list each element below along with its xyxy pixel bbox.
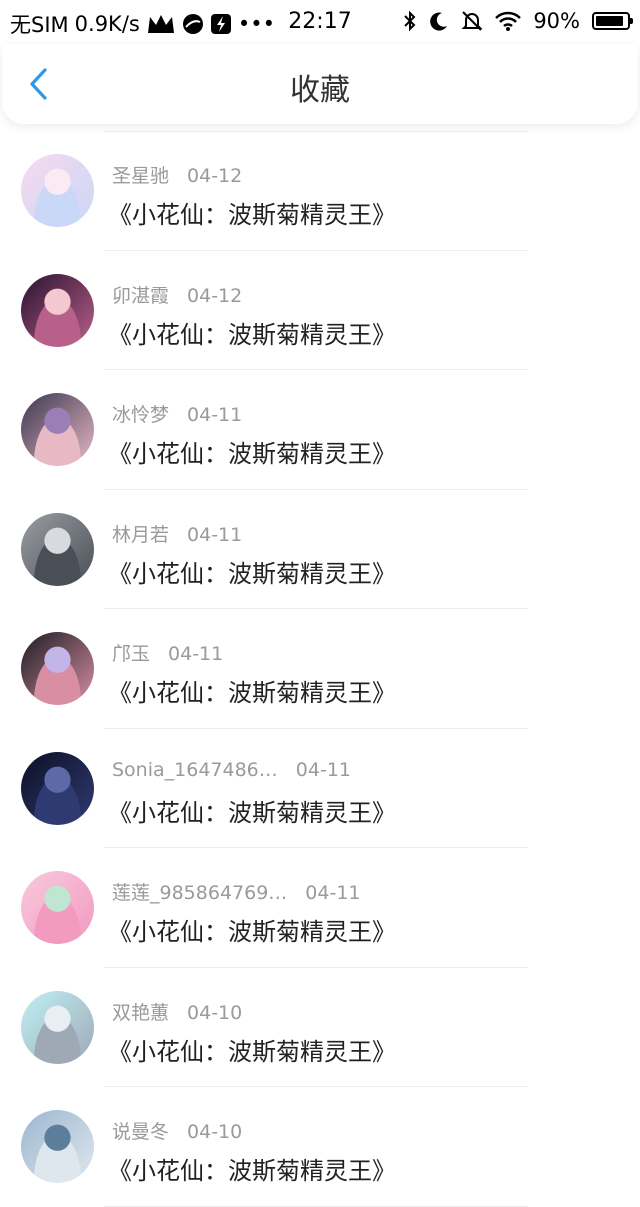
- favorite-title[interactable]: 《小花仙：波斯菊精灵王》: [108, 793, 396, 828]
- chevron-left-icon: [30, 68, 47, 100]
- favorite-date: 04-10: [187, 1001, 243, 1024]
- user-name: 圣星驰 04-12: [112, 161, 242, 188]
- favorite-date: 04-11: [295, 758, 351, 781]
- nav-bar: 收藏: [2, 44, 638, 124]
- favorite-list-item[interactable]: 莲莲_985864769… 04-11 《小花仙：波斯菊精灵王》: [0, 848, 640, 968]
- favorite-title[interactable]: 《小花仙：波斯菊精灵王》: [108, 673, 396, 708]
- avatar[interactable]: [21, 273, 94, 347]
- user-name-text: 邝玉: [112, 643, 151, 665]
- favorite-title[interactable]: 《小花仙：波斯菊精灵王》: [108, 912, 396, 947]
- avatar[interactable]: [21, 871, 94, 944]
- favorite-date: 04-11: [305, 882, 361, 904]
- favorite-title[interactable]: 《小花仙：波斯菊精灵王》: [108, 315, 396, 350]
- user-name: 邝玉 04-11: [112, 639, 223, 666]
- battery-icon: [592, 12, 633, 30]
- favorite-list-item[interactable]: Sonia_1647486… 04-11 《小花仙：波斯菊精灵王》: [0, 729, 640, 848]
- user-name: 林月若 04-11: [112, 520, 242, 547]
- user-name: 莲莲_985864769… 04-11: [112, 878, 361, 905]
- user-name-text: 说曼冬: [112, 1121, 170, 1143]
- favorites-list: 圣星驰 04-12 《小花仙：波斯菊精灵王》 卯湛霞 04-12 《小花仙：波斯菊精灵王》…: [0, 131, 640, 1207]
- bluetooth-icon: [403, 10, 417, 32]
- avatar[interactable]: [21, 1110, 94, 1183]
- page-title: 收藏: [290, 73, 350, 108]
- favorite-title[interactable]: 《小花仙：波斯菊精灵王》: [108, 1032, 396, 1067]
- back-button[interactable]: [20, 66, 56, 102]
- battery-fill: [596, 16, 623, 26]
- user-name-text: 冰怜梦: [112, 404, 170, 426]
- mute-bell-icon: [461, 10, 483, 32]
- favorite-list-item[interactable]: 邝玉 04-11 《小花仙：波斯菊精灵王》: [0, 609, 640, 729]
- status-bar: 无SIM 0.9K/s ••• 22:17 90%: [0, 0, 640, 44]
- user-name: 说曼冬 04-10: [112, 1117, 242, 1144]
- user-name: 双艳蕙 04-10: [112, 998, 242, 1025]
- favorite-title[interactable]: 《小花仙：波斯菊精灵王》: [108, 195, 396, 230]
- user-name: 卯湛霞 04-12: [112, 281, 242, 308]
- divider: [104, 1205, 528, 1207]
- favorite-title[interactable]: 《小花仙：波斯菊精灵王》: [108, 554, 396, 589]
- avatar[interactable]: [21, 632, 94, 705]
- user-name-text: 莲莲_985864769…: [112, 882, 288, 904]
- favorite-date: 04-10: [187, 1121, 243, 1143]
- user-name-text: 双艳蕙: [112, 1001, 170, 1024]
- status-right: 90%: [403, 9, 633, 33]
- user-name-text: 卯湛霞: [112, 284, 170, 307]
- favorite-list-item[interactable]: 圣星驰 04-12 《小花仙：波斯菊精灵王》: [0, 131, 640, 251]
- wifi-icon: [495, 11, 522, 31]
- favorite-list-item[interactable]: 说曼冬 04-10 《小花仙：波斯菊精灵王》: [0, 1087, 640, 1207]
- user-name-text: Sonia_1647486…: [112, 758, 278, 781]
- avatar[interactable]: [21, 154, 94, 227]
- user-name: Sonia_1647486… 04-11: [112, 759, 351, 781]
- favorite-date: 04-12: [187, 165, 243, 187]
- favorite-list-item[interactable]: 双艳蕙 04-10 《小花仙：波斯菊精灵王》: [0, 968, 640, 1087]
- favorite-title[interactable]: 《小花仙：波斯菊精灵王》: [108, 434, 396, 469]
- favorite-list-item[interactable]: 卯湛霞 04-12 《小花仙：波斯菊精灵王》: [0, 251, 640, 370]
- moon-icon: [429, 10, 449, 32]
- avatar[interactable]: [21, 512, 94, 586]
- favorite-title[interactable]: 《小花仙：波斯菊精灵王》: [108, 1151, 396, 1186]
- favorite-list-item[interactable]: 冰怜梦 04-11 《小花仙：波斯菊精灵王》: [0, 370, 640, 490]
- favorite-list-item[interactable]: 林月若 04-11 《小花仙：波斯菊精灵王》: [0, 490, 640, 609]
- avatar[interactable]: [21, 393, 94, 466]
- user-name-text: 林月若: [112, 523, 170, 546]
- favorite-date: 04-11: [187, 523, 243, 546]
- favorite-date: 04-12: [187, 284, 243, 307]
- avatar[interactable]: [21, 751, 94, 825]
- battery-percent: 90%: [533, 9, 580, 33]
- avatar[interactable]: [21, 990, 94, 1064]
- user-name: 冰怜梦 04-11: [112, 400, 242, 427]
- user-name-text: 圣星驰: [112, 165, 170, 187]
- favorite-date: 04-11: [168, 643, 224, 665]
- favorite-date: 04-11: [187, 404, 243, 426]
